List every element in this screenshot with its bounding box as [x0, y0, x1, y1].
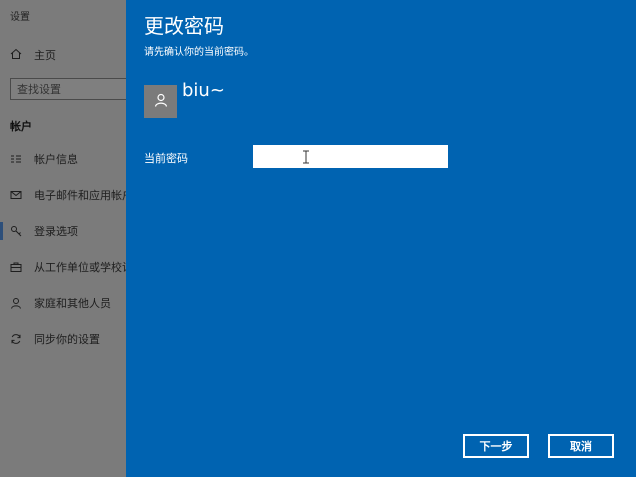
home-nav-item[interactable]: 主页: [10, 46, 56, 64]
key-icon: [10, 225, 22, 237]
sidebar-item-label: 同步你的设置: [34, 333, 100, 346]
user-icon: [154, 92, 168, 111]
dialog-title: 更改密码: [144, 14, 224, 38]
sidebar-item-sign-in-options[interactable]: 登录选项: [10, 222, 78, 240]
account-info-icon: [10, 153, 22, 165]
next-button[interactable]: 下一步: [463, 434, 529, 458]
sidebar-item-label: 家庭和其他人员: [34, 297, 111, 310]
sidebar-item-work-school[interactable]: 从工作单位或学校访问: [10, 258, 144, 276]
sidebar-item-family[interactable]: 家庭和其他人员: [10, 294, 111, 312]
section-label: 帐户: [10, 120, 32, 133]
briefcase-icon: [10, 261, 22, 273]
current-password-label: 当前密码: [144, 152, 188, 165]
home-label: 主页: [34, 49, 56, 62]
sidebar-item-sync[interactable]: 同步你的设置: [10, 330, 100, 348]
home-icon: [10, 48, 22, 63]
sidebar-item-account-info[interactable]: 帐户信息: [10, 150, 78, 168]
current-password-field[interactable]: [253, 145, 448, 168]
sync-icon: [10, 333, 22, 345]
person-icon: [10, 297, 22, 309]
active-indicator: [0, 222, 3, 240]
change-password-dialog: 更改密码 请先确认你的当前密码。 biu~ 当前密码 下一步 取消: [126, 0, 636, 477]
text-cursor-icon: [302, 149, 310, 164]
window-title: 设置: [10, 12, 30, 23]
settings-search-input[interactable]: 查找设置: [10, 78, 128, 100]
sidebar-item-email-accounts[interactable]: 电子邮件和应用帐户: [10, 186, 133, 204]
sidebar-item-label: 电子邮件和应用帐户: [34, 189, 133, 202]
search-placeholder: 查找设置: [17, 83, 61, 96]
cancel-button[interactable]: 取消: [548, 434, 614, 458]
mail-icon: [10, 189, 22, 201]
dialog-subtitle: 请先确认你的当前密码。: [144, 47, 254, 58]
username: biu~: [182, 80, 225, 101]
sidebar-item-label: 登录选项: [34, 225, 78, 238]
sidebar-item-label: 帐户信息: [34, 153, 78, 166]
avatar: [144, 85, 177, 118]
